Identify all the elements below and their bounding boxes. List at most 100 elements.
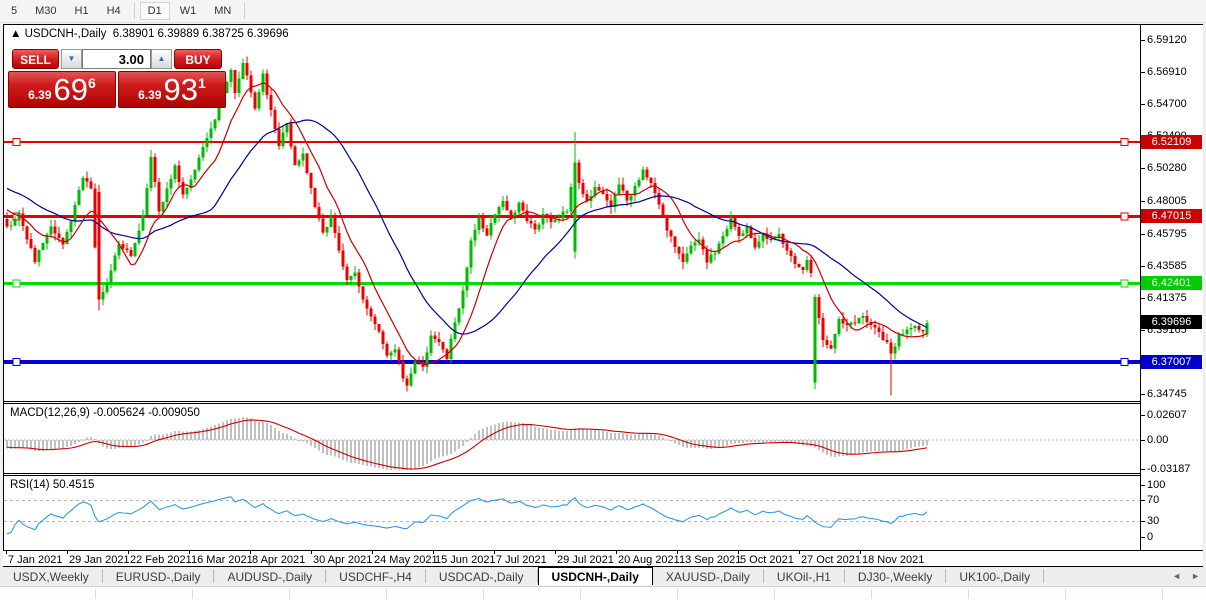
date-tick-mark	[372, 551, 373, 554]
date-tick-label: 20 Aug 2021	[618, 554, 680, 566]
buy-price-prefix: 6.39	[138, 88, 162, 102]
collapse-arrow-icon[interactable]: ▲	[10, 28, 21, 40]
volume-decrease-button[interactable]: ▼	[61, 49, 82, 69]
date-tick-label: 24 May 2021	[374, 554, 438, 566]
chart-tab-usdxweekly[interactable]: USDX,Weekly	[0, 569, 103, 584]
axis-tick-label: 6.34745	[1147, 388, 1187, 400]
status-pane-separator	[386, 589, 387, 599]
timeframe-button-h4[interactable]: H4	[99, 2, 129, 20]
date-tick-mark	[6, 551, 7, 554]
date-tick-label: 13 Sep 2021	[679, 554, 742, 566]
chart-tab-audusddaily[interactable]: AUDUSD-,Daily	[214, 569, 327, 584]
date-tick-mark	[189, 551, 190, 554]
axis-tick-mark	[1141, 40, 1145, 41]
buy-button[interactable]: BUY	[174, 49, 222, 69]
date-tick-label: 30 Apr 2021	[313, 554, 373, 566]
chart-tab-usdcaddaily[interactable]: USDCAD-,Daily	[426, 569, 538, 584]
buy-price-big: 93	[163, 72, 199, 107]
date-tick-mark	[494, 551, 495, 554]
buy-quote-box[interactable]: 6.39 93 1	[118, 71, 226, 108]
toolbar-separator	[244, 3, 246, 19]
sell-price-prefix: 6.39	[28, 88, 52, 102]
axis-tick-mark	[1141, 266, 1145, 267]
status-pane-separator	[871, 589, 872, 599]
volume-increase-button[interactable]: ▲	[151, 49, 172, 69]
sell-price-big: 69	[53, 72, 89, 107]
tab-scroll-right-icon[interactable]: ►	[1191, 571, 1200, 581]
axis-tick-label: 6.50280	[1147, 162, 1187, 174]
tab-scroll-left-icon[interactable]: ◄	[1172, 571, 1181, 581]
chart-tab-uk100daily[interactable]: UK100-,Daily	[946, 569, 1045, 584]
rsi-indicator-label: RSI(14) 50.4515	[10, 479, 95, 491]
timeframe-button-m30[interactable]: M30	[27, 2, 64, 20]
price-level-tag: 6.39696	[1141, 315, 1202, 329]
status-pane-separator	[1065, 589, 1066, 599]
axis-tick-label: 6.48005	[1147, 195, 1187, 207]
axis-tick-label: 30	[1147, 515, 1160, 527]
status-pane-separator	[95, 589, 96, 599]
date-tick-mark	[128, 551, 129, 554]
status-bar	[0, 586, 1206, 600]
axis-tick-label: 6.56910	[1147, 66, 1187, 78]
date-tick-label: 29 Jul 2021	[557, 554, 614, 566]
axis-tick-mark	[1141, 469, 1145, 470]
sell-quote-box[interactable]: 6.39 69 6	[8, 71, 116, 108]
timeframe-button-w1[interactable]: W1	[172, 2, 205, 20]
status-pane-separator	[774, 589, 775, 599]
sell-button[interactable]: SELL	[12, 49, 59, 69]
date-tick-label: 7 Jul 2021	[496, 554, 547, 566]
axis-tick-label: 6.43585	[1147, 260, 1187, 272]
terminal-window: 5 M30 H1 H4 D1 W1 MN ▲ USDCNH-,Daily 6.38901 6…	[0, 0, 1206, 600]
chart-tab-eurusddaily[interactable]: EURUSD-,Daily	[103, 569, 215, 584]
one-click-trading-panel: SELL ▼ ▲ BUY 6.39696 6.39931	[8, 47, 232, 131]
sell-price-pip: 6	[88, 75, 96, 91]
axis-tick-label: 100	[1147, 479, 1166, 491]
timeframe-button-mn[interactable]: MN	[206, 2, 239, 20]
chart-ohlc-values: 6.38901 6.39889 6.38725 6.39696	[112, 28, 289, 40]
date-tick-label: 8 Apr 2021	[252, 554, 306, 566]
axis-tick-mark	[1141, 485, 1145, 486]
axis-tick-mark	[1141, 201, 1145, 202]
axis-tick-label: 0	[1147, 531, 1154, 543]
axis-tick-label: 0.00	[1147, 434, 1169, 446]
timeframe-button-h1[interactable]: H1	[67, 2, 97, 20]
date-axis: 7 Jan 2021 29 Jan 2021 22 Feb 2021 16 Mar 2…	[3, 551, 1203, 567]
rsi-canvas[interactable]	[4, 476, 1140, 550]
date-tick-mark	[555, 551, 556, 554]
axis-tick-mark	[1141, 394, 1145, 395]
chart-tab-usdcnhdaily[interactable]: USDCNH-,Daily	[537, 567, 653, 585]
chart-tab-ukoilh1[interactable]: UKOil-,H1	[764, 569, 845, 584]
status-pane-separator	[580, 589, 581, 599]
price-level-tag: 6.42401	[1141, 276, 1202, 290]
date-tick-label: 15 Jun 2021	[435, 554, 496, 566]
date-tick-label: 5 Oct 2021	[740, 554, 794, 566]
chart-tab-xauusddaily[interactable]: XAUUSD-,Daily	[653, 569, 764, 584]
timeframe-button-d1[interactable]: D1	[139, 2, 170, 20]
axis-tick-label: 6.45795	[1147, 228, 1187, 240]
axis-tick-mark	[1141, 440, 1145, 441]
chart-tab-usdchfh4[interactable]: USDCHF-,H4	[326, 569, 426, 584]
axis-tick-mark	[1141, 72, 1145, 73]
date-tick-mark	[311, 551, 312, 554]
date-tick-mark	[677, 551, 678, 554]
chart-symbol-label: USDCNH-,Daily	[24, 28, 107, 40]
date-tick-mark	[616, 551, 617, 554]
date-tick-mark	[433, 551, 434, 554]
macd-indicator-label: MACD(12,26,9) -0.005624 -0.009050	[10, 407, 200, 419]
timeframe-button-5[interactable]: 5	[3, 2, 25, 20]
axis-tick-mark	[1141, 415, 1145, 416]
volume-input[interactable]	[82, 49, 151, 69]
axis-tick-mark	[1141, 234, 1145, 235]
timeframe-toolbar: 5 M30 H1 H4 D1 W1 MN	[0, 0, 1206, 23]
axis-tick-mark	[1141, 104, 1145, 105]
price-level-tag: 6.47015	[1141, 209, 1202, 223]
chart-tab-bar: USDX,Weekly EURUSD-,Daily AUDUSD-,Daily USD…	[0, 567, 1206, 585]
down-arrow-icon: ▼	[67, 54, 76, 63]
date-tick-label: 29 Jan 2021	[69, 554, 130, 566]
date-tick-label: 18 Nov 2021	[862, 554, 925, 566]
up-arrow-icon: ▲	[157, 54, 166, 63]
axis-tick-mark	[1141, 168, 1145, 169]
date-tick-label: 22 Feb 2021	[130, 554, 192, 566]
axis-tick-mark	[1141, 500, 1145, 501]
chart-tab-dj30weekly[interactable]: DJ30-,Weekly	[845, 569, 947, 584]
